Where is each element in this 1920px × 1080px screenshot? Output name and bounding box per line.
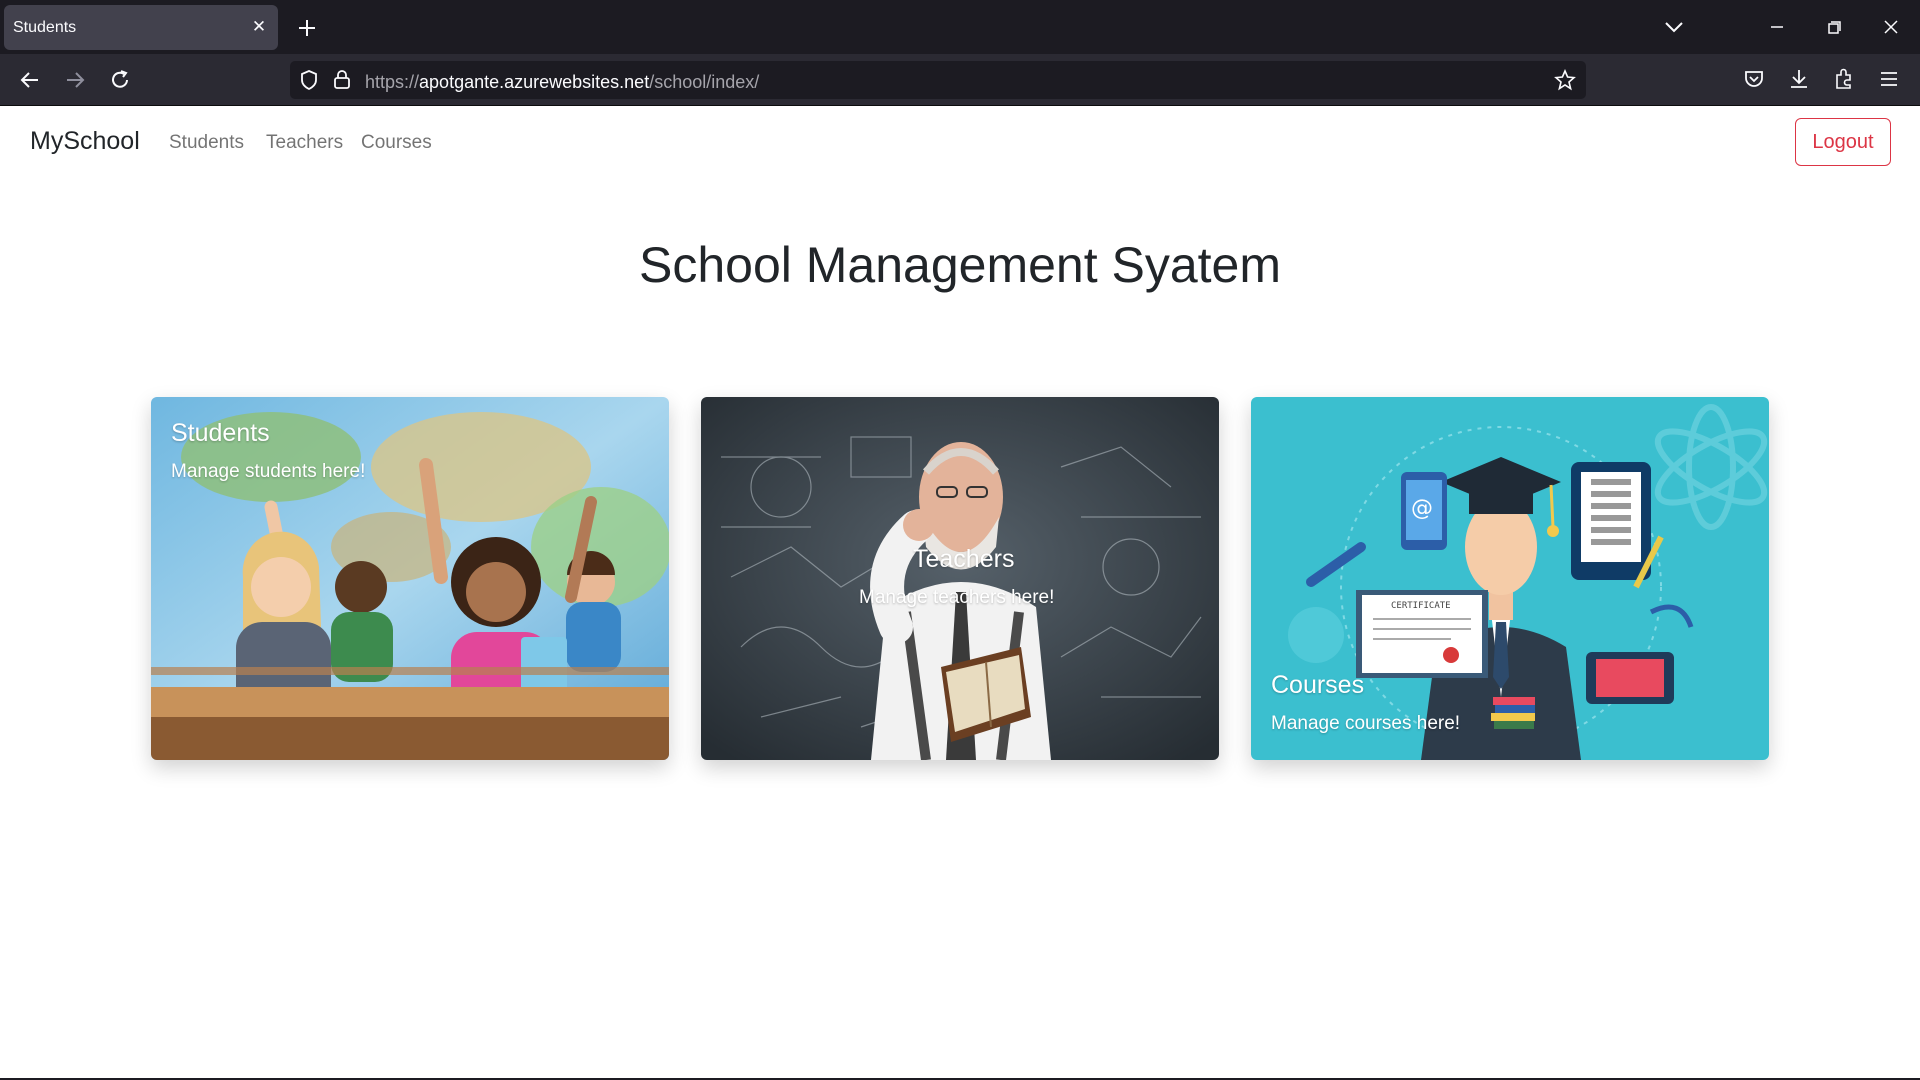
logout-button[interactable]: Logout [1795,118,1891,166]
site-navbar: MySchool Students Teachers Courses Logou… [0,106,1920,181]
back-icon[interactable] [17,68,43,92]
teachers-card-title: Teachers [913,545,1015,573]
close-tab-icon[interactable]: ✕ [248,16,270,38]
students-card[interactable]: Students Manage students here! [151,397,669,760]
brand-link[interactable]: MySchool [30,127,140,156]
browser-toolbar: https://apotgante.azurewebsites.net/scho… [0,54,1920,106]
students-card-text: Manage students here! [171,461,366,482]
forward-icon[interactable] [62,68,88,92]
courses-card-title: Courses [1271,671,1365,699]
new-tab-icon[interactable] [292,13,322,43]
courses-card-image: @ CERTIFICATE [1251,397,1769,760]
address-bar[interactable]: https://apotgante.azurewebsites.net/scho… [290,61,1586,99]
svg-text:@: @ [1411,496,1433,521]
tracking-shield-icon[interactable] [298,69,320,91]
lock-icon[interactable] [332,68,352,90]
tab-title: Students [13,19,77,36]
students-card-image [151,397,669,760]
bookmark-star-icon[interactable] [1554,69,1576,91]
nav-link-students[interactable]: Students [169,132,244,154]
minimize-icon[interactable] [1765,16,1789,38]
courses-card[interactable]: @ CERTIFICATE Courses Manage courses her… [1251,397,1769,760]
page-title: School Management Syatem [638,237,1282,293]
url-text: https://apotgante.azurewebsites.net/scho… [365,72,760,92]
restore-icon[interactable] [1822,16,1846,38]
close-window-icon[interactable] [1879,16,1903,38]
browser-tab[interactable]: Students ✕ [4,5,278,50]
pocket-icon[interactable] [1743,68,1765,90]
list-all-tabs-icon[interactable] [1661,16,1687,38]
downloads-icon[interactable] [1788,67,1810,91]
extensions-icon[interactable] [1833,67,1855,91]
teachers-card-text: Manage teachers here! [859,587,1055,608]
menu-icon[interactable] [1878,68,1900,90]
reload-icon[interactable] [107,67,133,93]
teachers-card-image [701,397,1219,760]
students-card-title: Students [171,419,270,447]
nav-link-teachers[interactable]: Teachers [266,132,343,154]
browser-tab-strip: Students ✕ [0,0,1920,54]
courses-card-text: Manage courses here! [1271,713,1461,734]
certificate-label: CERTIFICATE [1391,601,1451,611]
teachers-card[interactable]: Teachers Manage teachers here! [701,397,1219,760]
nav-link-courses[interactable]: Courses [361,132,432,154]
